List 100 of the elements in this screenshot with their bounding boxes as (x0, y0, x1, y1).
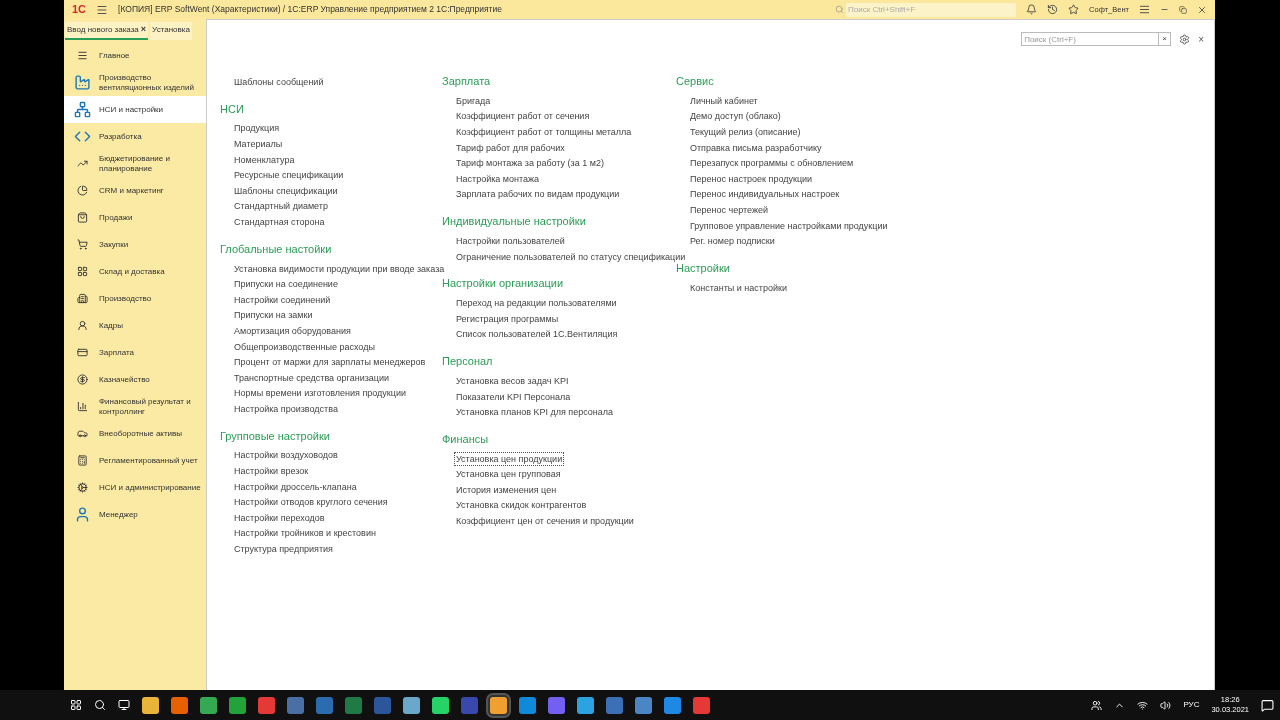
menu-link[interactable]: Шаблоны сообщений (232, 74, 326, 89)
clear-button[interactable]: × (1159, 32, 1172, 46)
menu-link[interactable]: Установка весов задач KPI (454, 373, 571, 388)
tab[interactable]: Установка (150, 22, 192, 40)
menu-link[interactable]: Общепроизводственные расходы (232, 339, 377, 354)
settings-icon[interactable] (1179, 33, 1191, 45)
sidebar-item[interactable]: Склад и доставка (64, 258, 206, 285)
menu-link[interactable]: Бригада (454, 93, 493, 108)
menu-link[interactable]: Перенос настроек продукции (688, 171, 815, 186)
menu-link[interactable]: Текущий релиз (описание) (688, 125, 803, 139)
history-icon[interactable] (1047, 4, 1059, 15)
menu-link[interactable]: Процент от маржи для зарплаты менеджеров (232, 355, 428, 370)
menu-link[interactable]: Амортизация оборудования (232, 323, 353, 338)
menu-link[interactable]: Настройки дроссель-клапана (232, 479, 359, 494)
close-button[interactable]: × (1198, 31, 1204, 47)
menu-link[interactable]: Установка планов KPI для персонала (454, 405, 616, 420)
menu-link[interactable]: Настройка производства (232, 401, 340, 416)
network-icon[interactable] (1137, 699, 1149, 711)
sidebar-item[interactable]: Зарплата (64, 339, 206, 366)
menu-icon[interactable] (96, 3, 109, 16)
menu-link[interactable]: Личный кабинет (688, 93, 760, 108)
taskbar-app[interactable] (229, 696, 246, 714)
sidebar-item[interactable]: Внеоборотные активы (64, 420, 206, 447)
sidebar-item[interactable]: Закупки (64, 231, 206, 258)
menu-icon[interactable] (1139, 4, 1150, 15)
menu-link[interactable]: Настройки переходов (232, 510, 327, 525)
menu-link[interactable]: Шаблоны спецификации (232, 183, 340, 198)
sidebar-item[interactable]: Бюджетирование и планирование (64, 150, 206, 177)
menu-link[interactable]: Ресурсные спецификации (232, 168, 346, 183)
taskbar-app[interactable] (171, 696, 188, 714)
windows-icon[interactable] (70, 699, 82, 711)
star-icon[interactable] (1068, 4, 1080, 15)
sidebar-item[interactable]: Разработка (64, 123, 206, 150)
taskbar-app[interactable] (200, 696, 217, 714)
taskbar-app[interactable] (142, 696, 159, 714)
menu-link[interactable]: Регистрация программы (454, 311, 561, 326)
volume-icon[interactable] (1160, 699, 1172, 711)
taskbar-app[interactable] (432, 696, 449, 714)
menu-link[interactable]: Установка видимости продукции при вводе заказа (232, 261, 447, 276)
restore-icon[interactable] (1179, 5, 1187, 14)
task-view-icon[interactable] (118, 699, 130, 711)
taskbar-app[interactable] (577, 696, 594, 714)
menu-link[interactable]: Настройки соединений (232, 292, 333, 307)
sidebar-item[interactable]: НСИ и администрирование (64, 474, 206, 501)
sidebar-item[interactable]: Менеджер (64, 501, 206, 528)
sidebar-item[interactable]: CRM и маркетинг (64, 177, 206, 204)
sidebar-item[interactable]: НСИ и настройки (64, 96, 206, 123)
menu-link[interactable]: Константы и настройки (688, 280, 789, 295)
menu-link[interactable]: Перенос индивидуальных настроек (688, 187, 842, 202)
sidebar-item[interactable]: Продажи (64, 204, 206, 231)
close-icon[interactable] (1197, 4, 1207, 15)
menu-link[interactable]: Перенос чертежей (688, 202, 770, 217)
taskbar-app[interactable] (258, 696, 275, 714)
menu-link[interactable]: Транспортные средства организации (232, 370, 392, 385)
menu-link[interactable]: Групповое управление настройками продукции (688, 218, 890, 233)
search-icon[interactable] (94, 699, 106, 711)
menu-link[interactable]: Демо доступ (облако) (688, 109, 783, 124)
menu-link[interactable]: Коэффициент цен от сечения и продукции (454, 514, 636, 529)
tab[interactable]: Ввод нового заказа × (65, 22, 149, 40)
menu-link[interactable]: Структура предприятия (232, 542, 335, 557)
menu-link[interactable]: Установка скидок контрагентов (454, 498, 589, 513)
taskbar-app[interactable] (403, 696, 420, 714)
taskbar-app[interactable] (548, 696, 565, 714)
menu-link[interactable]: Тариф монтажа за работу (за 1 м2) (454, 156, 606, 171)
menu-link[interactable]: Стандартный диаметр (232, 199, 330, 214)
menu-link[interactable]: Рег. номер подписки (688, 234, 777, 249)
menu-link[interactable]: Показатели KPI Персонала (454, 389, 573, 404)
menu-link[interactable]: Припуски на замки (232, 308, 315, 323)
sidebar-item[interactable]: Кадры (64, 312, 206, 339)
menu-link[interactable]: Переход на редакции пользователями (454, 296, 619, 311)
menu-link[interactable]: Коэффициент работ от сечения (454, 109, 592, 124)
menu-link[interactable]: Нормы времени изготовления продукции (232, 386, 408, 401)
menu-link[interactable]: Установка цен продукции (454, 451, 565, 466)
menu-link[interactable]: Продукция (232, 121, 282, 136)
taskbar-app[interactable] (664, 696, 681, 714)
sidebar-item[interactable]: Главное (64, 42, 206, 69)
menu-link[interactable]: Настройки отводов круглого сечения (232, 495, 390, 510)
menu-link[interactable]: Коэффициент работ от толщины металла (454, 125, 634, 139)
search-field[interactable]: Поиск Ctrl+Shift+F (846, 2, 1017, 17)
notification-icon[interactable] (1261, 698, 1274, 712)
sidebar-item[interactable]: Казначейство (64, 366, 206, 393)
people-icon[interactable] (1091, 699, 1103, 711)
panel-search-field[interactable]: Поиск (Ctrl+F) (1021, 32, 1160, 46)
menu-link[interactable]: Стандартная сторона (232, 214, 327, 229)
menu-link[interactable]: Настройки врезок (232, 464, 311, 479)
menu-link[interactable]: Тариф работ для рабочих (454, 140, 567, 155)
menu-link[interactable]: Номенклатура (232, 152, 297, 167)
menu-link[interactable]: История изменения цен (454, 482, 559, 497)
menu-link[interactable]: Отправка письма разработчику (688, 140, 824, 155)
sidebar-item[interactable]: Финансовый результат и контроллинг (64, 393, 206, 420)
taskbar-app[interactable] (693, 696, 710, 714)
menu-link[interactable]: Настройки пользователей (454, 233, 567, 248)
sidebar-item[interactable]: Производство (64, 285, 206, 312)
menu-link[interactable]: Зарплата рабочих по видам продукции (454, 187, 622, 202)
sidebar-item[interactable]: Производство вентиляционных изделий (64, 69, 206, 96)
close-tab-icon[interactable]: × (140, 23, 147, 37)
menu-link[interactable]: Перезапуск программы с обновлением (688, 156, 856, 171)
bell-icon[interactable] (1026, 4, 1038, 15)
menu-link[interactable]: Ограничение пользователей по статусу спецификации (454, 249, 688, 264)
taskbar-app[interactable] (635, 696, 652, 714)
